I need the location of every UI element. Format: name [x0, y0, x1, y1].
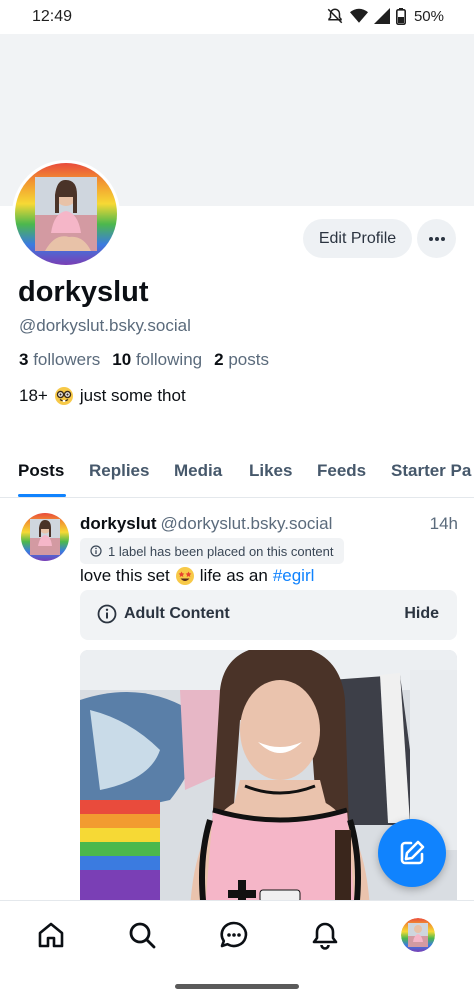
bell-icon [312, 922, 338, 950]
post-author-avatar[interactable] [21, 513, 69, 561]
battery-percent: 50% [413, 7, 444, 25]
post-text: love this set life as an #egirl [80, 566, 314, 586]
profile-avatar [401, 918, 435, 952]
nav-notifications[interactable] [308, 918, 342, 952]
content-warning-label: Adult Content [124, 605, 230, 622]
profile-avatar[interactable] [12, 160, 120, 268]
home-indicator [175, 984, 299, 989]
active-tab-indicator [18, 494, 66, 497]
nav-chat[interactable] [217, 918, 251, 952]
info-circle-icon [97, 604, 117, 624]
tab-starter-packs[interactable]: Starter Pa [391, 461, 471, 481]
following-count: 10 [112, 350, 132, 369]
post-text-start: love this set [80, 566, 170, 585]
label-notice-text: 1 label has been placed on this content [108, 543, 334, 559]
following-link[interactable]: 10 following [112, 350, 202, 370]
compose-icon [400, 840, 425, 865]
home-icon [38, 922, 64, 948]
hide-content-button[interactable]: Hide [404, 605, 439, 623]
profile-bio: 18+ just some thot [19, 386, 186, 406]
tab-media[interactable]: Media [174, 461, 222, 481]
hashtag-link[interactable]: #egirl [273, 566, 315, 586]
posts-stat: 2 posts [214, 350, 269, 370]
post-author-name[interactable]: dorkyslut [80, 514, 157, 533]
nav-profile[interactable] [401, 918, 435, 952]
wifi-icon [349, 8, 368, 23]
tab-posts[interactable]: Posts [18, 461, 64, 481]
bio-text: just some thot [79, 386, 186, 405]
compose-post-button[interactable] [378, 819, 446, 887]
more-options-button[interactable] [417, 219, 456, 258]
bell-muted-icon [327, 8, 343, 24]
chat-icon [220, 921, 248, 948]
info-icon [90, 545, 102, 557]
post-text-middle: life as an [199, 566, 268, 585]
tab-feeds[interactable]: Feeds [317, 461, 366, 481]
ellipsis-icon [428, 236, 445, 241]
status-time: 12:49 [32, 8, 73, 25]
post-header: dorkyslut @dorkyslut.bsky.social 14h [80, 514, 458, 534]
profile-tabs: Posts Replies Media Likes Feeds Starter … [0, 450, 474, 498]
edit-profile-button[interactable]: Edit Profile [303, 219, 412, 258]
content-warning[interactable]: Adult Content Hide [80, 590, 457, 640]
status-bar: 12:49 50% [0, 0, 474, 34]
posts-count: 2 [214, 350, 224, 369]
content-label-notice[interactable]: 1 label has been placed on this content [80, 538, 344, 564]
battery-icon [395, 7, 406, 25]
status-icons: 50% [326, 7, 444, 25]
nav-search[interactable] [125, 918, 159, 952]
profile-handle: @dorkyslut.bsky.social [19, 316, 191, 335]
nerd-face-emoji [54, 387, 73, 405]
following-label: following [135, 350, 203, 369]
followers-label: followers [33, 350, 101, 369]
tab-replies[interactable]: Replies [89, 461, 149, 481]
post-author-handle[interactable]: @dorkyslut.bsky.social [161, 514, 333, 533]
star-struck-emoji [175, 567, 194, 585]
display-name: dorkyslut [18, 276, 149, 308]
post-timestamp[interactable]: 14h [430, 514, 458, 534]
nav-home[interactable] [34, 918, 68, 952]
tab-likes[interactable]: Likes [249, 461, 292, 481]
followers-count: 3 [19, 350, 29, 369]
signal-icon [373, 8, 390, 24]
followers-link[interactable]: 3 followers [19, 350, 100, 370]
search-icon [129, 922, 156, 949]
profile-stats: 3 followers 10 following 2 posts [19, 350, 269, 370]
bio-prefix: 18+ [19, 386, 48, 405]
posts-label: posts [228, 350, 269, 369]
